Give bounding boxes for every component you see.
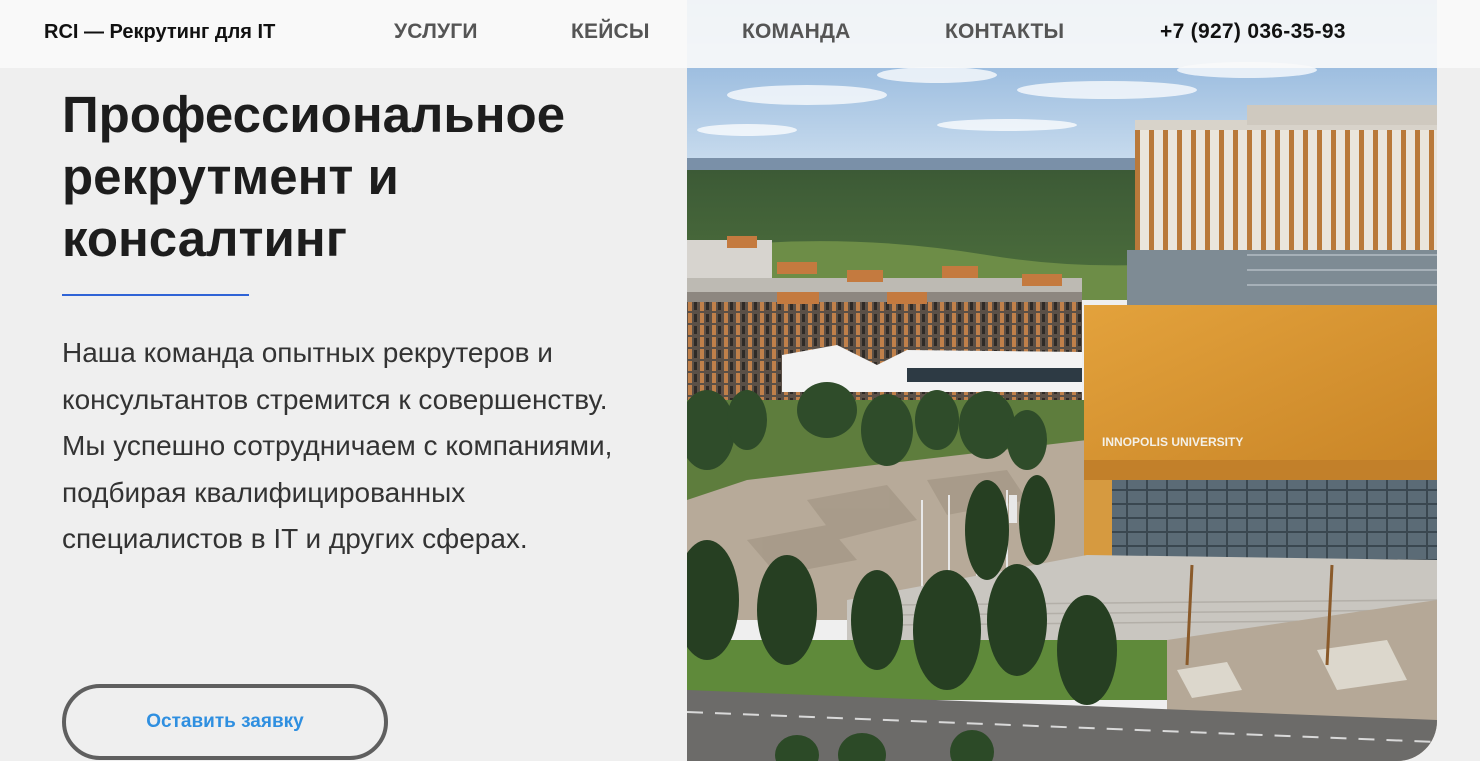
hero-description: Наша команда опытных рекрутеров и консул… [62, 337, 613, 554]
page: RCI — Рекрутинг для IT УСЛУГИ КЕЙСЫ КОМА… [0, 0, 1480, 761]
title-divider [62, 294, 249, 296]
nav-services[interactable]: УСЛУГИ [394, 20, 478, 44]
residential-tower [1135, 128, 1437, 268]
phone-link[interactable]: +7 (927) 036-35-93 [1160, 20, 1346, 44]
logo[interactable]: RCI — Рекрутинг для IT [44, 21, 275, 44]
university-sign: INNOPOLIS UNIVERSITY [1102, 435, 1243, 449]
hero-title: Профессиональное рекрутмент и консалтинг [62, 86, 566, 267]
site-header: RCI — Рекрутинг для IT УСЛУГИ КЕЙСЫ КОМА… [0, 0, 1480, 68]
nav-team[interactable]: КОМАНДА [742, 20, 851, 44]
nav-contacts[interactable]: КОНТАКТЫ [945, 20, 1064, 44]
submit-request-button[interactable]: Оставить заявку [62, 684, 388, 760]
nav-cases[interactable]: КЕЙСЫ [571, 20, 650, 44]
campus-photo: INNOPOLIS UNIVERSITY [687, 0, 1437, 761]
